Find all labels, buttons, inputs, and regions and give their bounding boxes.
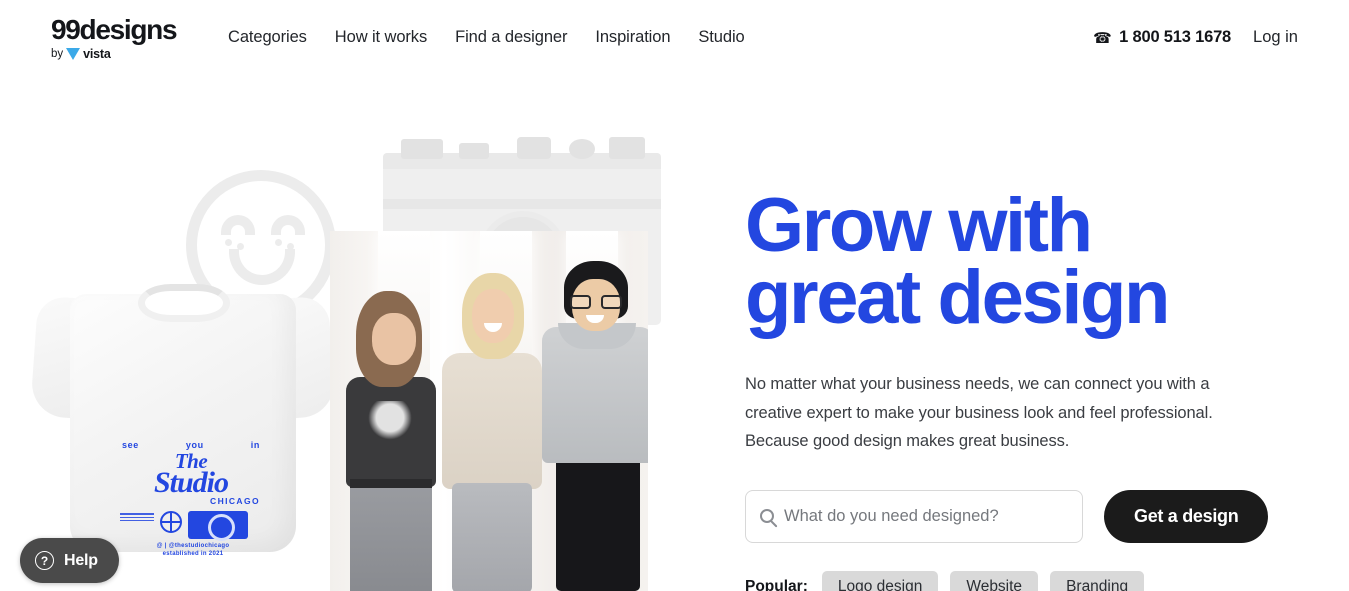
nav-item-find-a-designer[interactable]: Find a designer [455,28,567,47]
popular-tag-website[interactable]: Website [950,570,1039,591]
smiley-eye-right [271,215,305,250]
camera-viewfinder [517,137,551,159]
camera-knob-mid [459,143,489,159]
nav-item-how-it-works[interactable]: How it works [335,28,427,47]
page-title: Grow with great design [745,188,1305,336]
smiley-eye-left [221,215,255,250]
popular-tag-logo-design[interactable]: Logo design [821,570,939,591]
tshirt-print-in: in [250,440,260,450]
tshirt-print-established: established in 2021 [162,551,224,558]
hero-showcase-visual: see you in The Studio CHICAGO @ | @thest… [0,130,700,591]
tshirt-print-globe-icon [160,511,182,534]
logo-99designs[interactable]: 99designs by vista [51,14,183,62]
phone-link[interactable]: ☎ 1 800 513 1678 [1093,28,1231,47]
camera-body-strip [383,199,661,209]
photo-person-left [338,291,442,591]
question-mark-icon: ? [35,551,54,570]
tshirt-print-detail-row [116,511,266,542]
tshirt-collar [138,284,230,322]
phone-number: 1 800 513 1678 [1119,28,1232,46]
popular-label: Popular: [745,577,808,591]
tshirt-product-image: see you in The Studio CHICAGO @ | @thest… [29,262,337,557]
camera-knob-right [609,137,645,159]
logo-by-text: by [51,48,64,60]
main-navigation: Categories How it works Find a designer … [228,28,745,47]
hero-lifestyle-photo [330,231,648,591]
site-header: 99designs by vista Categories How it wor… [0,0,1349,80]
tshirt-print-artwork: see you in The Studio CHICAGO @ | @thest… [116,440,266,557]
logo-byline: by vista [51,47,111,61]
popular-searches-row: Popular: Logo design Website Branding [745,570,1305,591]
tshirt-print-see: see [122,440,139,450]
camera-shutter-button [569,139,595,159]
tshirt-print-studio: Studio [153,465,229,499]
headline-line-2: great design [745,255,1170,341]
logo-vista-text: vista [83,47,111,61]
hero-search-row: Get a design [745,489,1305,543]
tshirt-print-footer: @ | @thestudiochicago established in 202… [116,543,266,557]
help-widget-label: Help [64,551,98,569]
camera-knob-left [401,139,443,159]
tshirt-print-handle: @ | @thestudiochicago [156,543,230,550]
get-a-design-button[interactable]: Get a design [1104,489,1269,543]
header-actions: ☎ 1 800 513 1678 Log in [1093,28,1298,47]
popular-tag-branding[interactable]: Branding [1050,570,1145,591]
tshirt-print-textlines [120,511,154,522]
nav-item-inspiration[interactable]: Inspiration [595,28,670,47]
help-widget-button[interactable]: ? Help [20,538,119,583]
search-box[interactable] [745,489,1083,543]
nav-item-categories[interactable]: Categories [228,28,307,47]
page-root: 99designs by vista Categories How it wor… [0,0,1349,591]
vista-triangle-icon [66,48,81,60]
phone-icon: ☎ [1093,29,1113,47]
search-icon [760,509,774,523]
nav-item-studio[interactable]: Studio [698,28,744,47]
login-link[interactable]: Log in [1253,28,1298,47]
photo-person-center [438,273,546,591]
search-input[interactable] [784,506,1068,526]
logo-wordmark: 99designs [51,14,178,45]
hero-paragraph: No matter what your business needs, we c… [745,375,1213,451]
photo-person-right [540,261,648,591]
tshirt-print-camera-icon [188,511,248,542]
hero-copy-block: Grow with great design No matter what yo… [745,188,1305,591]
